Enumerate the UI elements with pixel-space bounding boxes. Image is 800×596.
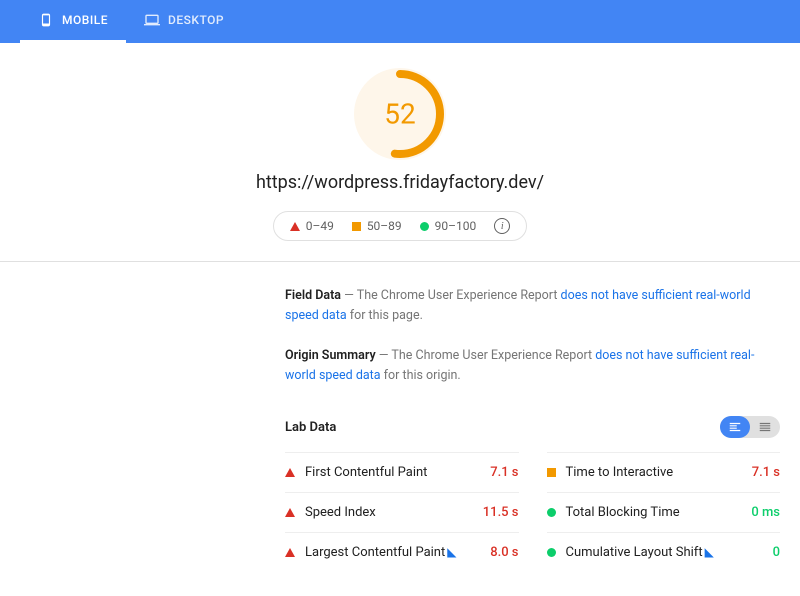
lab-data-title: Lab Data (285, 420, 336, 435)
legend-average: 50–89 (352, 219, 402, 233)
metric-name: Cumulative Layout Shift◣ (566, 545, 714, 560)
tested-url: https://wordpress.fridayfactory.dev/ (0, 172, 800, 193)
laptop-icon (144, 12, 160, 28)
toggle-right-icon (750, 420, 780, 434)
field-data-label: Field Data (285, 288, 341, 303)
origin-summary-text-pre: — The Chrome User Experience Report (376, 348, 596, 363)
triangle-icon (285, 468, 295, 477)
legend-poor: 0–49 (290, 219, 334, 233)
tab-mobile[interactable]: MOBILE (20, 0, 126, 43)
circle-icon (547, 508, 556, 517)
field-data-text-post: for this page. (347, 308, 423, 323)
score-value: 52 (384, 98, 415, 131)
triangle-icon (285, 548, 295, 557)
triangle-icon (290, 222, 300, 231)
metric-value: 0 (773, 545, 780, 560)
origin-summary-label: Origin Summary (285, 348, 376, 363)
bookmark-icon: ◣ (447, 545, 456, 559)
metric-fcp: First Contentful Paint 7.1 s (285, 452, 519, 492)
metric-name: Largest Contentful Paint◣ (305, 545, 456, 560)
metric-name: Speed Index (305, 505, 376, 520)
tab-label: MOBILE (62, 13, 108, 27)
metric-value: 11.5 s (483, 505, 519, 520)
bookmark-icon: ◣ (705, 545, 714, 559)
score-summary: 52 https://wordpress.fridayfactory.dev/ … (0, 43, 800, 262)
field-data-section: Field Data — The Chrome User Experience … (285, 286, 780, 326)
tab-label: DESKTOP (168, 13, 224, 27)
field-data-text-pre: — The Chrome User Experience Report (341, 288, 561, 303)
metric-value: 8.0 s (490, 545, 518, 560)
square-icon (547, 468, 556, 477)
metrics-grid: First Contentful Paint 7.1 s Time to Int… (285, 452, 780, 572)
metric-tti: Time to Interactive 7.1 s (547, 452, 781, 492)
metric-value: 7.1 s (752, 465, 780, 480)
score-gauge: 52 (354, 68, 446, 160)
metric-name: First Contentful Paint (305, 465, 427, 480)
origin-summary-section: Origin Summary — The Chrome User Experie… (285, 346, 780, 386)
metric-si: Speed Index 11.5 s (285, 492, 519, 532)
legend-range: 50–89 (367, 219, 402, 233)
legend-range: 0–49 (306, 219, 334, 233)
circle-icon (547, 548, 556, 557)
square-icon (352, 222, 361, 231)
metric-lcp: Largest Contentful Paint◣ 8.0 s (285, 532, 519, 572)
lab-data-header: Lab Data (285, 416, 780, 438)
metric-name: Total Blocking Time (566, 505, 680, 520)
info-icon[interactable]: i (494, 218, 510, 234)
legend-good: 90–100 (420, 219, 477, 233)
tab-desktop[interactable]: DESKTOP (126, 0, 242, 43)
phone-icon (38, 12, 54, 28)
score-legend: 0–49 50–89 90–100 i (273, 211, 528, 241)
origin-summary-text-post: for this origin. (381, 368, 461, 383)
metric-cls: Cumulative Layout Shift◣ 0 (547, 532, 781, 572)
report-content: Field Data — The Chrome User Experience … (0, 262, 780, 596)
metric-tbt: Total Blocking Time 0 ms (547, 492, 781, 532)
device-tabs: MOBILE DESKTOP (0, 0, 800, 43)
metric-value: 7.1 s (490, 465, 518, 480)
metric-value: 0 ms (751, 505, 780, 520)
toggle-left-icon (720, 416, 750, 438)
circle-icon (420, 222, 429, 231)
metric-name: Time to Interactive (566, 465, 674, 480)
triangle-icon (285, 508, 295, 517)
view-toggle[interactable] (720, 416, 780, 438)
legend-range: 90–100 (435, 219, 477, 233)
